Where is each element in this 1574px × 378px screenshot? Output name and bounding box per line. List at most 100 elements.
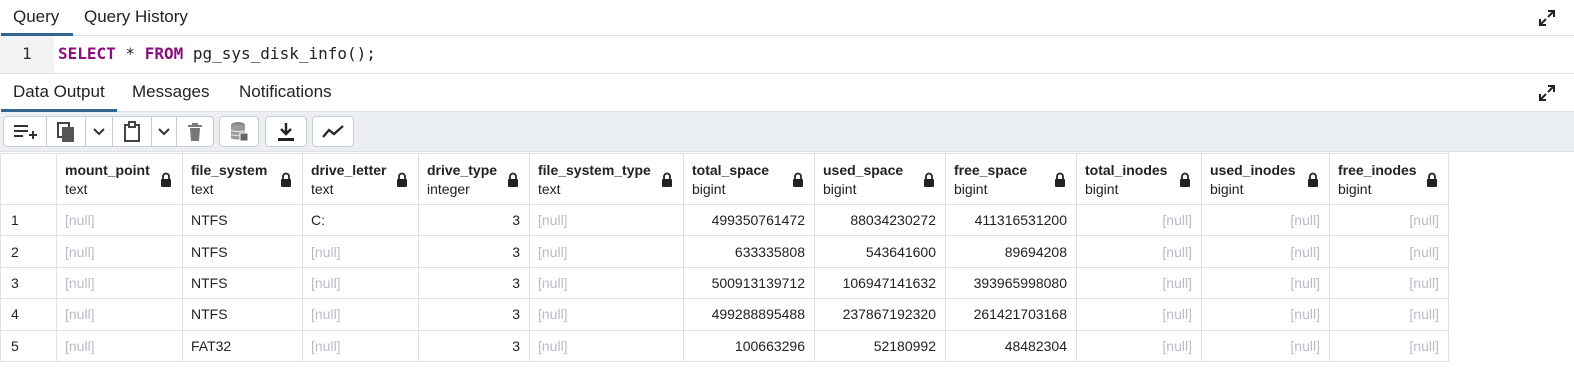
- cell-total-space[interactable]: 499288895488: [683, 298, 815, 331]
- tab-notifications[interactable]: Notifications: [239, 74, 332, 112]
- row-number[interactable]: 5: [0, 329, 57, 362]
- column-header-free-inodes[interactable]: free_inodes bigint: [1329, 153, 1449, 205]
- download-button[interactable]: [265, 116, 307, 147]
- cell-free-inodes[interactable]: [null]: [1329, 329, 1449, 362]
- cell-mount-point[interactable]: [null]: [56, 266, 183, 300]
- cell-file-system[interactable]: NTFS: [182, 266, 303, 300]
- cell-free-space[interactable]: 48482304: [945, 329, 1077, 362]
- column-header-drive-type[interactable]: drive_type integer: [418, 153, 530, 205]
- column-type: bigint: [954, 180, 988, 197]
- add-row-button[interactable]: [4, 117, 46, 146]
- cell-mount-point[interactable]: [null]: [56, 203, 183, 237]
- column-header-total-space[interactable]: total_space bigint: [683, 153, 815, 205]
- paste-button[interactable]: [113, 117, 151, 146]
- cell-drive-type[interactable]: 3: [418, 203, 530, 237]
- cell-drive-letter[interactable]: [null]: [302, 298, 419, 331]
- sql-editor[interactable]: 1 SELECT * FROM pg_sys_disk_info();: [0, 36, 1574, 74]
- cell-used-inodes[interactable]: [null]: [1201, 235, 1330, 268]
- cell-free-space[interactable]: 89694208: [945, 235, 1077, 268]
- add-row-icon: [14, 124, 37, 139]
- table-row[interactable]: 2 [null] NTFS [null] 3 [null] 633335808 5436416…: [0, 235, 1449, 268]
- delete-icon: [188, 122, 202, 141]
- cell-file-system-type[interactable]: [null]: [529, 266, 684, 300]
- maximize-icon[interactable]: [1538, 84, 1556, 102]
- graph-icon-wrap: [313, 117, 353, 146]
- cell-total-inodes[interactable]: [null]: [1076, 298, 1202, 331]
- table-row[interactable]: 5 [null] FAT32 [null] 3 [null] 100663296 521809…: [0, 329, 1449, 362]
- cell-free-inodes[interactable]: [null]: [1329, 203, 1449, 237]
- paste-options-dropdown[interactable]: [152, 117, 176, 146]
- sql-code-line[interactable]: SELECT * FROM pg_sys_disk_info();: [58, 44, 376, 63]
- row-number[interactable]: 4: [0, 298, 57, 331]
- tab-query-history[interactable]: Query History: [84, 0, 188, 36]
- cell-total-space[interactable]: 100663296: [683, 329, 815, 362]
- table-row[interactable]: 1 [null] NTFS C: 3 [null] 499350761472 88034230…: [0, 203, 1449, 237]
- cell-used-space[interactable]: 543641600: [814, 235, 946, 268]
- cell-used-inodes[interactable]: [null]: [1201, 298, 1330, 331]
- cell-total-inodes[interactable]: [null]: [1076, 266, 1202, 300]
- column-header-file-system[interactable]: file_system text: [182, 153, 303, 205]
- cell-drive-letter[interactable]: [null]: [302, 266, 419, 300]
- table-row[interactable]: 4 [null] NTFS [null] 3 [null] 499288895488 2378…: [0, 298, 1449, 331]
- row-number[interactable]: 2: [0, 235, 57, 268]
- cell-drive-letter[interactable]: [null]: [302, 235, 419, 268]
- row-number[interactable]: 3: [0, 266, 57, 300]
- column-header-mount-point[interactable]: mount_point text: [56, 153, 183, 205]
- cell-drive-type[interactable]: 3: [418, 298, 530, 331]
- copy-button[interactable]: [47, 117, 85, 146]
- cell-drive-letter[interactable]: [null]: [302, 329, 419, 362]
- row-number-header[interactable]: [0, 153, 57, 205]
- cell-mount-point[interactable]: [null]: [56, 235, 183, 268]
- graph-visualiser-button[interactable]: [312, 116, 354, 147]
- cell-file-system-type[interactable]: [null]: [529, 329, 684, 362]
- cell-total-inodes[interactable]: [null]: [1076, 235, 1202, 268]
- cell-free-inodes[interactable]: [null]: [1329, 266, 1449, 300]
- cell-total-space[interactable]: 499350761472: [683, 203, 815, 237]
- lock-icon: [923, 172, 935, 187]
- cell-free-inodes[interactable]: [null]: [1329, 235, 1449, 268]
- table-row[interactable]: 3 [null] NTFS [null] 3 [null] 500913139712 1069…: [0, 266, 1449, 300]
- cell-used-inodes[interactable]: [null]: [1201, 266, 1330, 300]
- column-header-used-space[interactable]: used_space bigint: [814, 153, 946, 205]
- cell-total-space[interactable]: 500913139712: [683, 266, 815, 300]
- tab-messages[interactable]: Messages: [132, 74, 209, 112]
- cell-used-inodes[interactable]: [null]: [1201, 203, 1330, 237]
- tab-query[interactable]: Query: [0, 0, 74, 36]
- cell-used-space[interactable]: 106947141632: [814, 266, 946, 300]
- column-header-drive-letter[interactable]: drive_letter text: [302, 153, 419, 205]
- column-header-used-inodes[interactable]: used_inodes bigint: [1201, 153, 1330, 205]
- cell-file-system[interactable]: NTFS: [182, 203, 303, 237]
- cell-used-space[interactable]: 237867192320: [814, 298, 946, 331]
- cell-drive-type[interactable]: 3: [418, 235, 530, 268]
- cell-file-system[interactable]: NTFS: [182, 298, 303, 331]
- cell-total-inodes[interactable]: [null]: [1076, 203, 1202, 237]
- row-number[interactable]: 1: [0, 203, 57, 237]
- cell-drive-type[interactable]: 3: [418, 329, 530, 362]
- cell-free-space[interactable]: 261421703168: [945, 298, 1077, 331]
- save-data-button[interactable]: [219, 116, 259, 147]
- cell-file-system-type[interactable]: [null]: [529, 298, 684, 331]
- cell-file-system[interactable]: FAT32: [182, 329, 303, 362]
- cell-file-system[interactable]: NTFS: [182, 235, 303, 268]
- cell-free-space[interactable]: 411316531200: [945, 203, 1077, 237]
- cell-total-inodes[interactable]: [null]: [1076, 329, 1202, 362]
- cell-used-space[interactable]: 88034230272: [814, 203, 946, 237]
- delete-button[interactable]: [177, 117, 213, 146]
- column-header-total-inodes[interactable]: total_inodes bigint: [1076, 153, 1202, 205]
- cell-free-inodes[interactable]: [null]: [1329, 298, 1449, 331]
- cell-file-system-type[interactable]: [null]: [529, 203, 684, 237]
- cell-drive-type[interactable]: 3: [418, 266, 530, 300]
- cell-total-space[interactable]: 633335808: [683, 235, 815, 268]
- cell-file-system-type[interactable]: [null]: [529, 235, 684, 268]
- cell-used-inodes[interactable]: [null]: [1201, 329, 1330, 362]
- copy-options-dropdown[interactable]: [86, 117, 112, 146]
- cell-mount-point[interactable]: [null]: [56, 298, 183, 331]
- cell-free-space[interactable]: 393965998080: [945, 266, 1077, 300]
- column-header-file-system-type[interactable]: file_system_type text: [529, 153, 684, 205]
- tab-data-output[interactable]: Data Output: [1, 74, 117, 112]
- column-header-free-space[interactable]: free_space bigint: [945, 153, 1077, 205]
- cell-mount-point[interactable]: [null]: [56, 329, 183, 362]
- cell-used-space[interactable]: 52180992: [814, 329, 946, 362]
- maximize-icon[interactable]: [1538, 9, 1556, 27]
- cell-drive-letter[interactable]: C:: [302, 203, 419, 237]
